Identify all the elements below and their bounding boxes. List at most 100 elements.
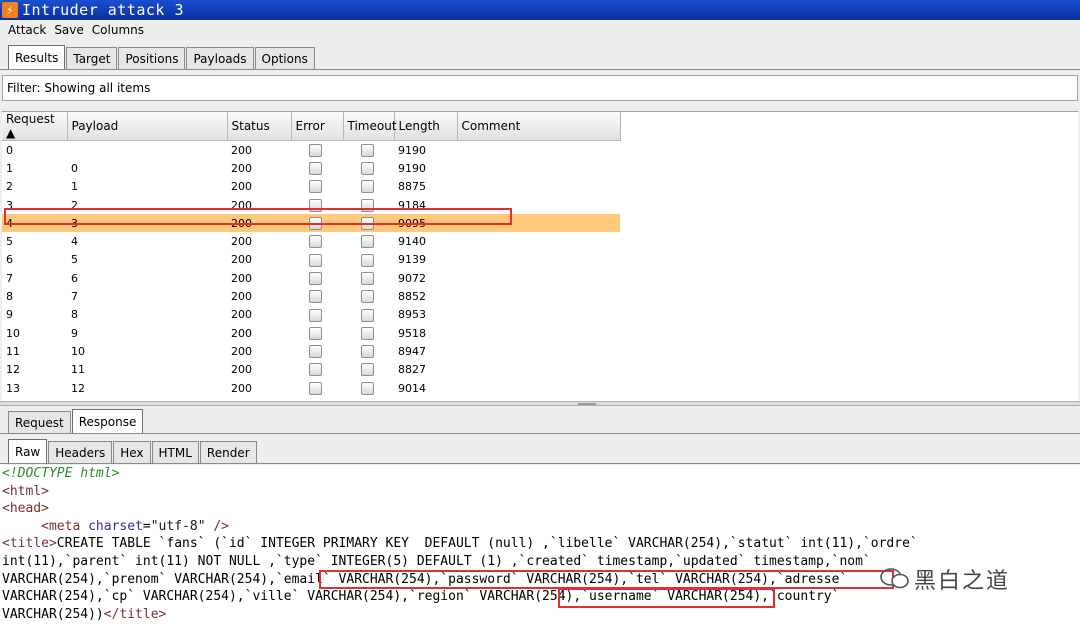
tab-response[interactable]: Response: [71, 409, 144, 434]
cell-error: [291, 361, 343, 379]
error-checkbox[interactable]: [309, 271, 322, 285]
cell-length: 8875: [398, 180, 426, 194]
cell-payload: 9: [71, 326, 78, 340]
cell-payload: 5: [71, 253, 78, 267]
tab-html[interactable]: HTML: [151, 441, 199, 464]
cell-payload: 8: [71, 308, 78, 322]
credentials-highlight-box: [319, 570, 894, 589]
table-row[interactable]: 7 6 200 9072: [2, 269, 620, 287]
timeout-checkbox[interactable]: [361, 253, 374, 267]
table-row[interactable]: 11 10 200 8947: [2, 342, 620, 360]
meta-close: />: [205, 518, 230, 534]
cell-comment: [457, 324, 620, 342]
table-row[interactable]: 12 11 200 8827: [2, 361, 620, 379]
error-checkbox[interactable]: [309, 308, 322, 322]
table-row[interactable]: 13 12 200 9014: [2, 379, 620, 397]
tab-options[interactable]: Options: [254, 47, 315, 70]
error-checkbox[interactable]: [309, 326, 322, 340]
cell-payload: [67, 141, 227, 160]
error-checkbox[interactable]: [309, 381, 322, 395]
response-raw-view[interactable]: <!DOCTYPE html> <html> <head> <meta char…: [0, 465, 1080, 624]
row-highlight-box: [4, 208, 512, 225]
main-tabs: Results Target Positions Payloads Option…: [8, 45, 316, 70]
error-checkbox[interactable]: [309, 143, 322, 157]
error-checkbox[interactable]: [309, 290, 322, 304]
error-checkbox[interactable]: [309, 253, 322, 267]
cell-status: 200: [231, 344, 252, 358]
table-row[interactable]: 10 9 200 9518: [2, 324, 620, 342]
error-checkbox[interactable]: [309, 345, 322, 359]
timeout-checkbox[interactable]: [361, 162, 374, 176]
cell-length: 9190: [398, 161, 426, 175]
cell-request: 5: [6, 235, 13, 249]
tab-render[interactable]: Render: [199, 441, 257, 464]
cell-status: 200: [231, 326, 252, 340]
cell-payload: 11: [71, 363, 85, 377]
error-checkbox[interactable]: [309, 180, 322, 194]
error-checkbox[interactable]: [309, 235, 322, 249]
timeout-checkbox[interactable]: [361, 345, 374, 359]
col-comment[interactable]: Comment: [457, 112, 621, 141]
tab-payloads[interactable]: Payloads: [186, 47, 254, 70]
table-row[interactable]: 2 1 200 8875: [2, 178, 620, 196]
menu-columns[interactable]: Columns: [92, 23, 144, 37]
timeout-checkbox[interactable]: [361, 235, 374, 249]
splitter-grip[interactable]: [578, 403, 596, 405]
cell-length: 9072: [398, 271, 426, 285]
col-status[interactable]: Status: [227, 112, 292, 141]
view-tabs: Raw Headers Hex HTML Render: [8, 439, 258, 464]
timeout-checkbox[interactable]: [361, 290, 374, 304]
cell-request: 13: [6, 381, 20, 395]
table-row[interactable]: 5 4 200 9140: [2, 232, 620, 250]
col-error[interactable]: Error: [291, 112, 344, 141]
results-table-area: Request ▲ Payload Status Error Timeout L…: [2, 111, 1078, 402]
timeout-checkbox[interactable]: [361, 180, 374, 194]
cell-length: 9518: [398, 326, 426, 340]
table-row[interactable]: 8 7 200 8852: [2, 287, 620, 305]
table-row[interactable]: 0 200 9190: [2, 141, 620, 160]
sql-line-5: VARCHAR(254)): [2, 606, 104, 622]
cell-length: 9140: [398, 235, 426, 249]
timeout-checkbox[interactable]: [361, 326, 374, 340]
cell-comment: [457, 379, 620, 397]
menu-attack[interactable]: Attack: [8, 23, 46, 37]
tab-results[interactable]: Results: [8, 45, 66, 70]
cell-error: [291, 324, 343, 342]
pane-splitter[interactable]: [0, 401, 1080, 406]
table-row[interactable]: 9 8 200 8953: [2, 306, 620, 324]
timeout-checkbox[interactable]: [361, 271, 374, 285]
filter-bar[interactable]: Filter: Showing all items: [2, 75, 1078, 101]
cell-error: [291, 232, 343, 250]
cell-timeout: [343, 379, 394, 397]
error-checkbox[interactable]: [309, 363, 322, 377]
timeout-checkbox[interactable]: [361, 381, 374, 395]
cell-request: 2: [6, 180, 13, 194]
tab-positions[interactable]: Positions: [118, 47, 186, 70]
timeout-checkbox[interactable]: [361, 308, 374, 322]
cell-comment: [457, 306, 620, 324]
tab-hex[interactable]: Hex: [113, 441, 151, 464]
cell-payload: 12: [71, 381, 85, 395]
view-tab-divider: [0, 463, 1080, 464]
cell-comment: [457, 251, 620, 269]
error-checkbox[interactable]: [309, 162, 322, 176]
tab-target[interactable]: Target: [66, 47, 118, 70]
table-row[interactable]: 6 5 200 9139: [2, 251, 620, 269]
html-tag: <html>: [2, 483, 49, 499]
table-row[interactable]: 1 0 200 9190: [2, 159, 620, 177]
tab-headers[interactable]: Headers: [48, 441, 113, 464]
col-request[interactable]: Request ▲: [2, 112, 68, 141]
timeout-checkbox[interactable]: [361, 363, 374, 377]
col-timeout[interactable]: Timeout: [343, 112, 397, 141]
cell-timeout: [343, 269, 394, 287]
tab-request[interactable]: Request: [8, 411, 71, 434]
timeout-checkbox[interactable]: [361, 143, 374, 157]
col-length[interactable]: Length: [394, 112, 458, 141]
tab-raw[interactable]: Raw: [8, 439, 48, 464]
col-payload[interactable]: Payload: [67, 112, 228, 141]
head-tag: <head>: [2, 501, 49, 517]
cell-error: [291, 178, 343, 196]
cell-length: 8947: [398, 344, 426, 358]
cell-status: 200: [231, 143, 252, 157]
menu-save[interactable]: Save: [54, 23, 83, 37]
